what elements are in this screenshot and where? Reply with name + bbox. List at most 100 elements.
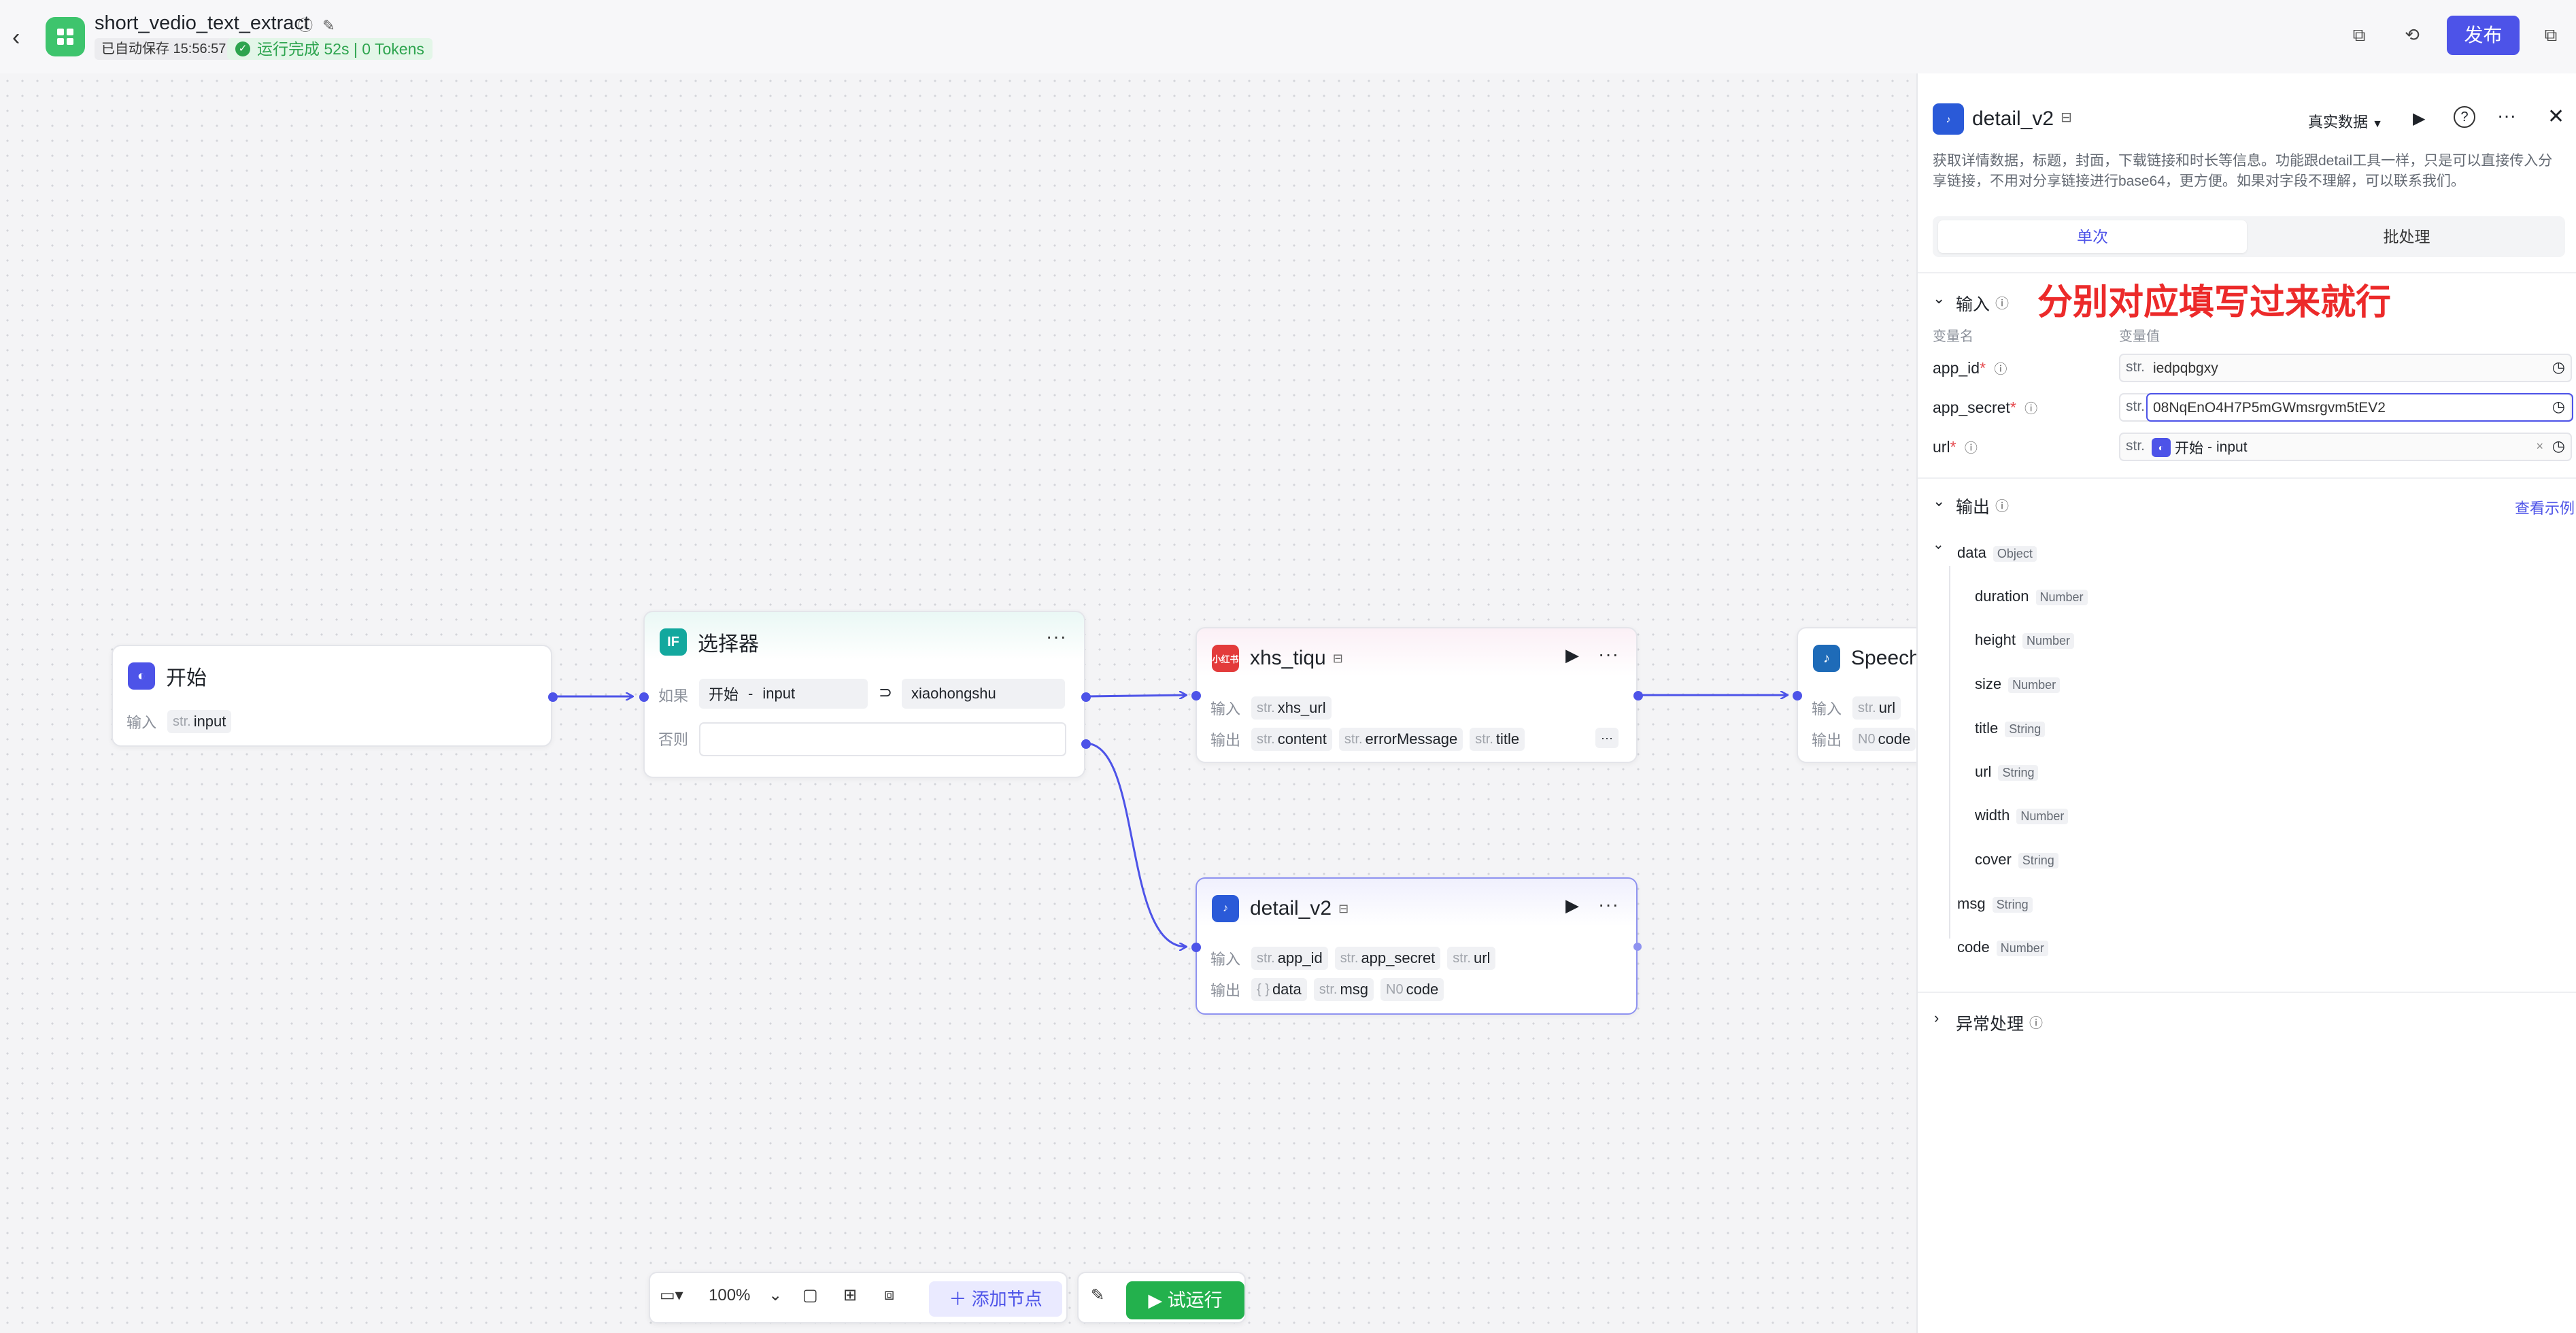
chevron-down-icon[interactable]: ⌄ bbox=[1933, 536, 1944, 553]
cond-sep: - bbox=[748, 685, 753, 702]
chevron-right-icon[interactable]: › bbox=[1934, 1009, 1939, 1027]
start-input-chip: str. input bbox=[167, 710, 232, 733]
detail-v2-node[interactable]: ♪ detail_v2 ⊟ ▶ ··· 输入 str. app_id str. ap… bbox=[1196, 877, 1638, 1015]
ref-var: input bbox=[2216, 439, 2248, 455]
more-outputs-button[interactable]: ··· bbox=[1595, 728, 1619, 748]
clock-icon[interactable]: ◷ bbox=[2552, 358, 2565, 376]
xiaohongshu-icon: 小红书 bbox=[1212, 645, 1239, 672]
var-name: app_id bbox=[1277, 949, 1323, 966]
info-icon[interactable]: ⓘ bbox=[298, 17, 313, 34]
app-title: short_vedio_text_extract bbox=[95, 12, 309, 34]
output-name: duration bbox=[1975, 588, 2029, 605]
xhs-out-port[interactable] bbox=[1633, 691, 1643, 701]
top-bar: ‹ short_vedio_text_extract ⓘ ✎ 已自动保存 15:… bbox=[0, 0, 2576, 73]
speech-input-row: 输入 str. url bbox=[1812, 696, 1908, 720]
clear-icon[interactable]: × bbox=[2536, 439, 2543, 454]
selector-node-header: IF 选择器 bbox=[660, 627, 759, 657]
xhs-node-header: 小红书 xhs_tiqu ⊟ bbox=[1212, 643, 1343, 673]
run-status-badge: ✓ 运行完成 52s | 0 Tokens bbox=[227, 38, 433, 60]
zoom-select[interactable]: 100% ⌄ bbox=[709, 1285, 782, 1305]
output-name: cover bbox=[1975, 851, 2012, 868]
var-name: content bbox=[1277, 730, 1327, 747]
tab-batch[interactable]: 批处理 bbox=[2252, 220, 2561, 253]
type-label: str. bbox=[2126, 399, 2146, 414]
add-node-button[interactable]: ＋ 添加节点 bbox=[929, 1281, 1062, 1317]
speech-output-chip: N0 code bbox=[1852, 728, 1916, 751]
fit-view-icon[interactable]: ⧈ bbox=[884, 1285, 894, 1304]
back-arrow-icon[interactable]: ‹ bbox=[12, 24, 20, 51]
input-label: 输入 bbox=[1210, 951, 1241, 968]
detail-out-port[interactable] bbox=[1633, 943, 1642, 951]
type-label: str. bbox=[1453, 950, 1471, 966]
type-label: N0 bbox=[1386, 981, 1404, 997]
view-example-link[interactable]: 查看示例 bbox=[2515, 496, 2575, 518]
window-icon[interactable]: ⧉ bbox=[2541, 24, 2561, 45]
selector-if-port[interactable] bbox=[1081, 692, 1091, 702]
clock-icon[interactable]: ◷ bbox=[2552, 398, 2565, 416]
run-icon[interactable]: ▶ bbox=[1565, 895, 1579, 916]
output-type: String bbox=[2018, 853, 2058, 868]
url-input[interactable]: str. ◐ 开始 - input × ◷ bbox=[2119, 433, 2572, 461]
comment-icon[interactable]: ▢ bbox=[802, 1285, 818, 1305]
more-icon[interactable]: ··· bbox=[1598, 643, 1619, 665]
type-label: str. bbox=[1340, 950, 1359, 966]
output-data-item: data Object bbox=[1957, 544, 2037, 562]
data-mode-select[interactable]: 真实数据 ▼ bbox=[2308, 110, 2383, 132]
xhs-in-port[interactable] bbox=[1191, 691, 1201, 701]
xhs-output-chip: str. errorMessage bbox=[1338, 728, 1463, 751]
output-label: 输出 bbox=[1210, 982, 1241, 999]
test-run-button[interactable]: ▶ 试运行 bbox=[1126, 1281, 1244, 1319]
field-name: app_secret bbox=[1933, 399, 2010, 416]
xhs-tiqu-node[interactable]: 小红书 xhs_tiqu ⊟ ▶ ··· 输入 str. xhs_url 输出 … bbox=[1196, 627, 1638, 763]
close-icon[interactable]: ✕ bbox=[2547, 105, 2564, 129]
tab-single[interactable]: 单次 bbox=[1938, 220, 2247, 253]
edit-icon[interactable]: ✎ bbox=[322, 17, 335, 34]
input-label: 输入 bbox=[1812, 701, 1842, 718]
detail-input-chip: str. url bbox=[1447, 947, 1496, 970]
more-icon[interactable]: ··· bbox=[1046, 626, 1067, 647]
more-icon[interactable]: ··· bbox=[2497, 105, 2516, 126]
required-mark: * bbox=[2010, 399, 2016, 416]
output-child-item: title String bbox=[1975, 720, 2046, 737]
publish-button[interactable]: 发布 bbox=[2447, 16, 2520, 55]
speech-in-port[interactable] bbox=[1793, 691, 1802, 701]
clock-icon[interactable]: ◷ bbox=[2552, 437, 2565, 455]
layout-icon[interactable]: ⊞ bbox=[843, 1285, 857, 1305]
app-secret-input[interactable]: str. 08NqEnO4H7P5mGWmsrgvm5tEV2 ◷ bbox=[2119, 393, 2573, 422]
field-url-label: url* ⓘ bbox=[1933, 438, 1978, 456]
app-id-input[interactable]: str. iedpqbgxy ◷ bbox=[2119, 354, 2572, 382]
history-icon[interactable]: ⟲ bbox=[2402, 24, 2422, 45]
start-node[interactable]: ◐ 开始 输入 str. input bbox=[112, 645, 552, 747]
run-icon[interactable]: ▶ bbox=[1565, 645, 1579, 666]
operator-icon[interactable]: ⊃ bbox=[879, 683, 892, 703]
selector-in-port[interactable] bbox=[639, 692, 649, 702]
variable-reference[interactable]: ◐ 开始 - input bbox=[2152, 437, 2248, 458]
type-label: str. bbox=[2126, 438, 2146, 454]
debug-icon[interactable]: ✎ bbox=[1091, 1285, 1104, 1305]
output-name: width bbox=[1975, 807, 2010, 824]
detail-node-title: detail_v2 bbox=[1250, 897, 1332, 919]
condition-left[interactable]: 开始 - input bbox=[699, 679, 868, 709]
input-section-title: 输入 bbox=[1956, 295, 1990, 314]
output-child-item: width Number bbox=[1975, 807, 2069, 824]
add-node-label: 添加节点 bbox=[971, 1289, 1043, 1309]
xhs-output-chip: str. content bbox=[1251, 728, 1332, 751]
app-id-value: iedpqbgxy bbox=[2153, 360, 2218, 376]
selector-node[interactable]: IF 选择器 ··· 如果 开始 - input ⊃ xiaohongshu 否… bbox=[643, 611, 1085, 778]
run-icon[interactable]: ▶ bbox=[2413, 109, 2425, 129]
chevron-down-icon[interactable]: ⌄ bbox=[1933, 290, 1945, 307]
selector-else-port[interactable] bbox=[1081, 739, 1091, 749]
start-node-title: 开始 bbox=[166, 667, 207, 690]
chevron-down-icon[interactable]: ⌄ bbox=[1933, 492, 1945, 510]
condition-right[interactable]: xiaohongshu bbox=[902, 679, 1065, 709]
else-box[interactable] bbox=[699, 722, 1066, 756]
help-icon[interactable]: ? bbox=[2454, 106, 2475, 128]
start-out-port[interactable] bbox=[548, 692, 558, 702]
workflow-canvas[interactable]: ◐ 开始 输入 str. input IF 选择器 ··· 如果 开始 - in… bbox=[0, 73, 2001, 1333]
more-icon[interactable]: ··· bbox=[1598, 894, 1619, 915]
detail-input-row: 输入 str. app_id str. app_secret str. url bbox=[1210, 947, 1502, 970]
detail-in-port[interactable] bbox=[1191, 943, 1201, 952]
douyin-icon: ♪ bbox=[1212, 895, 1239, 922]
minimap-icon[interactable]: ▭▾ bbox=[660, 1285, 683, 1305]
copy-icon[interactable]: ⧉ bbox=[2349, 24, 2369, 45]
